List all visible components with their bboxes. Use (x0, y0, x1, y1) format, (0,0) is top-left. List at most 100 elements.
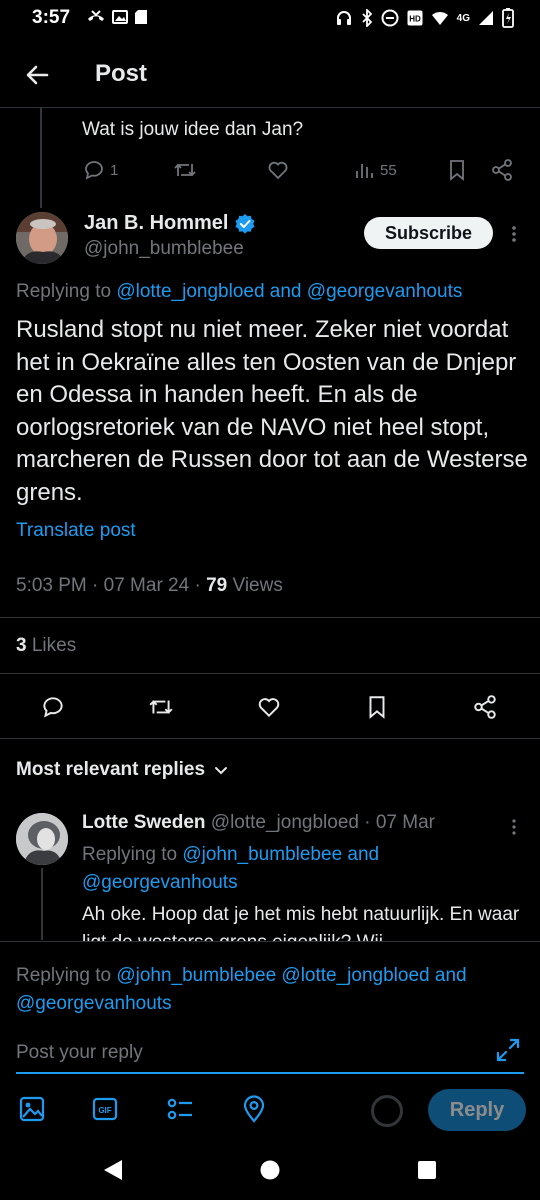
sd-card-icon (134, 9, 148, 25)
image-notification-icon (112, 9, 128, 25)
likes-count: 3 (16, 635, 27, 656)
status-time: 3:57 (32, 7, 71, 28)
views-icon (356, 164, 373, 178)
repost-action[interactable] (172, 158, 198, 182)
gif-icon: GIF (92, 1097, 118, 1121)
tweet-actions (0, 690, 540, 724)
divider (0, 617, 540, 618)
bookmark-button[interactable] (364, 694, 390, 720)
headphones-icon (335, 9, 353, 27)
replying-to-line: Replying to @lotte_jongbloed and @george… (16, 281, 462, 303)
reply-author-avatar[interactable] (16, 813, 68, 865)
network-type: 4G (456, 12, 470, 24)
heart-icon (258, 698, 280, 718)
arrow-left-icon (26, 65, 49, 85)
subscribe-button[interactable]: Subscribe (364, 217, 493, 249)
triangle-back-icon (104, 1160, 122, 1180)
nav-back-button[interactable] (102, 1158, 124, 1182)
views-count: 79 (206, 575, 228, 596)
author-avatar[interactable] (16, 212, 68, 264)
gif-button[interactable]: GIF (89, 1093, 123, 1127)
like-action[interactable] (266, 158, 290, 182)
more-vertical-icon (512, 819, 516, 835)
reply-thread-line (41, 868, 43, 940)
replying-to-label: Replying to (16, 281, 117, 302)
status-system-icons: HD 4G (335, 8, 514, 28)
share-icon (474, 695, 496, 719)
character-count-ring (371, 1095, 403, 1127)
author-name[interactable]: Jan B. Hommel (84, 212, 256, 235)
battery-icon (502, 8, 514, 28)
expand-composer-button[interactable] (494, 1036, 522, 1064)
reply-handle-date: @lotte_jongbloed · 07 Mar (205, 812, 435, 833)
svg-text:HD: HD (409, 15, 421, 24)
bluetooth-icon (361, 9, 373, 27)
bookmark-icon (450, 160, 464, 181)
signal-icon (478, 10, 494, 26)
poll-button[interactable] (164, 1093, 198, 1127)
divider (0, 673, 540, 674)
divider (0, 738, 540, 739)
author-handle[interactable]: @john_bumblebee (84, 238, 244, 260)
reply-replying-to: Replying to @john_bumblebee and @georgev… (82, 841, 512, 897)
tweet-timestamp: 5:03 PM · 07 Mar 24 · (16, 575, 207, 596)
media-button[interactable] (16, 1093, 50, 1127)
bookmark-icon (369, 696, 385, 719)
svg-text:GIF: GIF (98, 1106, 111, 1115)
reply-more-options-button[interactable] (506, 815, 522, 839)
tweet-body: Rusland stopt nu niet meer. Zeker niet v… (16, 316, 528, 506)
chevron-down-icon (215, 767, 228, 775)
back-button[interactable] (20, 58, 54, 92)
repost-icon (174, 163, 196, 177)
page-title: Post (95, 60, 148, 87)
nav-home-button[interactable] (259, 1159, 281, 1181)
reply-input[interactable] (16, 1036, 496, 1070)
bookmark-action[interactable] (446, 158, 468, 182)
location-button[interactable] (238, 1093, 272, 1127)
reply-header: Lotte Sweden @lotte_jongbloed · 07 Mar (82, 812, 435, 834)
circle-home-icon (260, 1160, 280, 1180)
expand-icon (496, 1038, 520, 1062)
location-pin-icon (243, 1095, 265, 1123)
reply-icon (43, 697, 63, 718)
verified-badge-icon (234, 213, 256, 235)
reply-action[interactable]: 1 (82, 158, 118, 182)
more-vertical-icon (512, 226, 516, 242)
view-count: 55 (380, 161, 397, 179)
repost-icon (149, 700, 173, 714)
app-header: Post (0, 40, 540, 108)
previous-reply-actions: 1 55 (82, 158, 522, 184)
wifi-icon (431, 10, 449, 26)
replies-sort-dropdown[interactable]: Most relevant replies (16, 759, 229, 781)
more-options-button[interactable] (505, 220, 523, 248)
status-bar: 3:57 HD 4G (0, 0, 540, 38)
translate-post-link[interactable]: Translate post (16, 520, 136, 542)
status-notification-icons (86, 9, 148, 25)
system-navigation-bar (0, 1140, 540, 1200)
image-icon (19, 1096, 45, 1122)
views-action[interactable]: 55 (354, 158, 397, 182)
like-button[interactable] (256, 694, 282, 720)
reply-count: 1 (110, 161, 119, 179)
heart-icon (268, 161, 288, 180)
composer-replying-label: Replying to (16, 965, 117, 986)
repost-button[interactable] (146, 694, 176, 720)
likes-label: Likes (26, 635, 77, 656)
composer-replying-to: Replying to @john_bumblebee @lotte_jongb… (16, 962, 526, 1018)
reply-replying-label: Replying to (82, 844, 183, 865)
nav-recents-button[interactable] (416, 1159, 438, 1181)
reply-button[interactable] (40, 694, 66, 720)
thread-connector-line (40, 108, 42, 208)
author-name-text: Jan B. Hommel (84, 212, 229, 234)
reply-author-name[interactable]: Lotte Sweden (82, 812, 206, 833)
reply-icon (85, 161, 103, 180)
do-not-disturb-icon (381, 9, 399, 27)
missed-call-icon (86, 9, 106, 25)
hd-icon: HD (407, 10, 423, 26)
share-button[interactable] (472, 694, 498, 720)
reply-submit-button[interactable]: Reply (428, 1089, 526, 1131)
share-action[interactable] (490, 158, 514, 182)
replying-to-handles[interactable]: @lotte_jongbloed and @georgevanhouts (116, 281, 462, 302)
tweet-meta: 5:03 PM · 07 Mar 24 · 79 Views (16, 575, 283, 597)
likes-summary[interactable]: 3 Likes (16, 635, 76, 657)
